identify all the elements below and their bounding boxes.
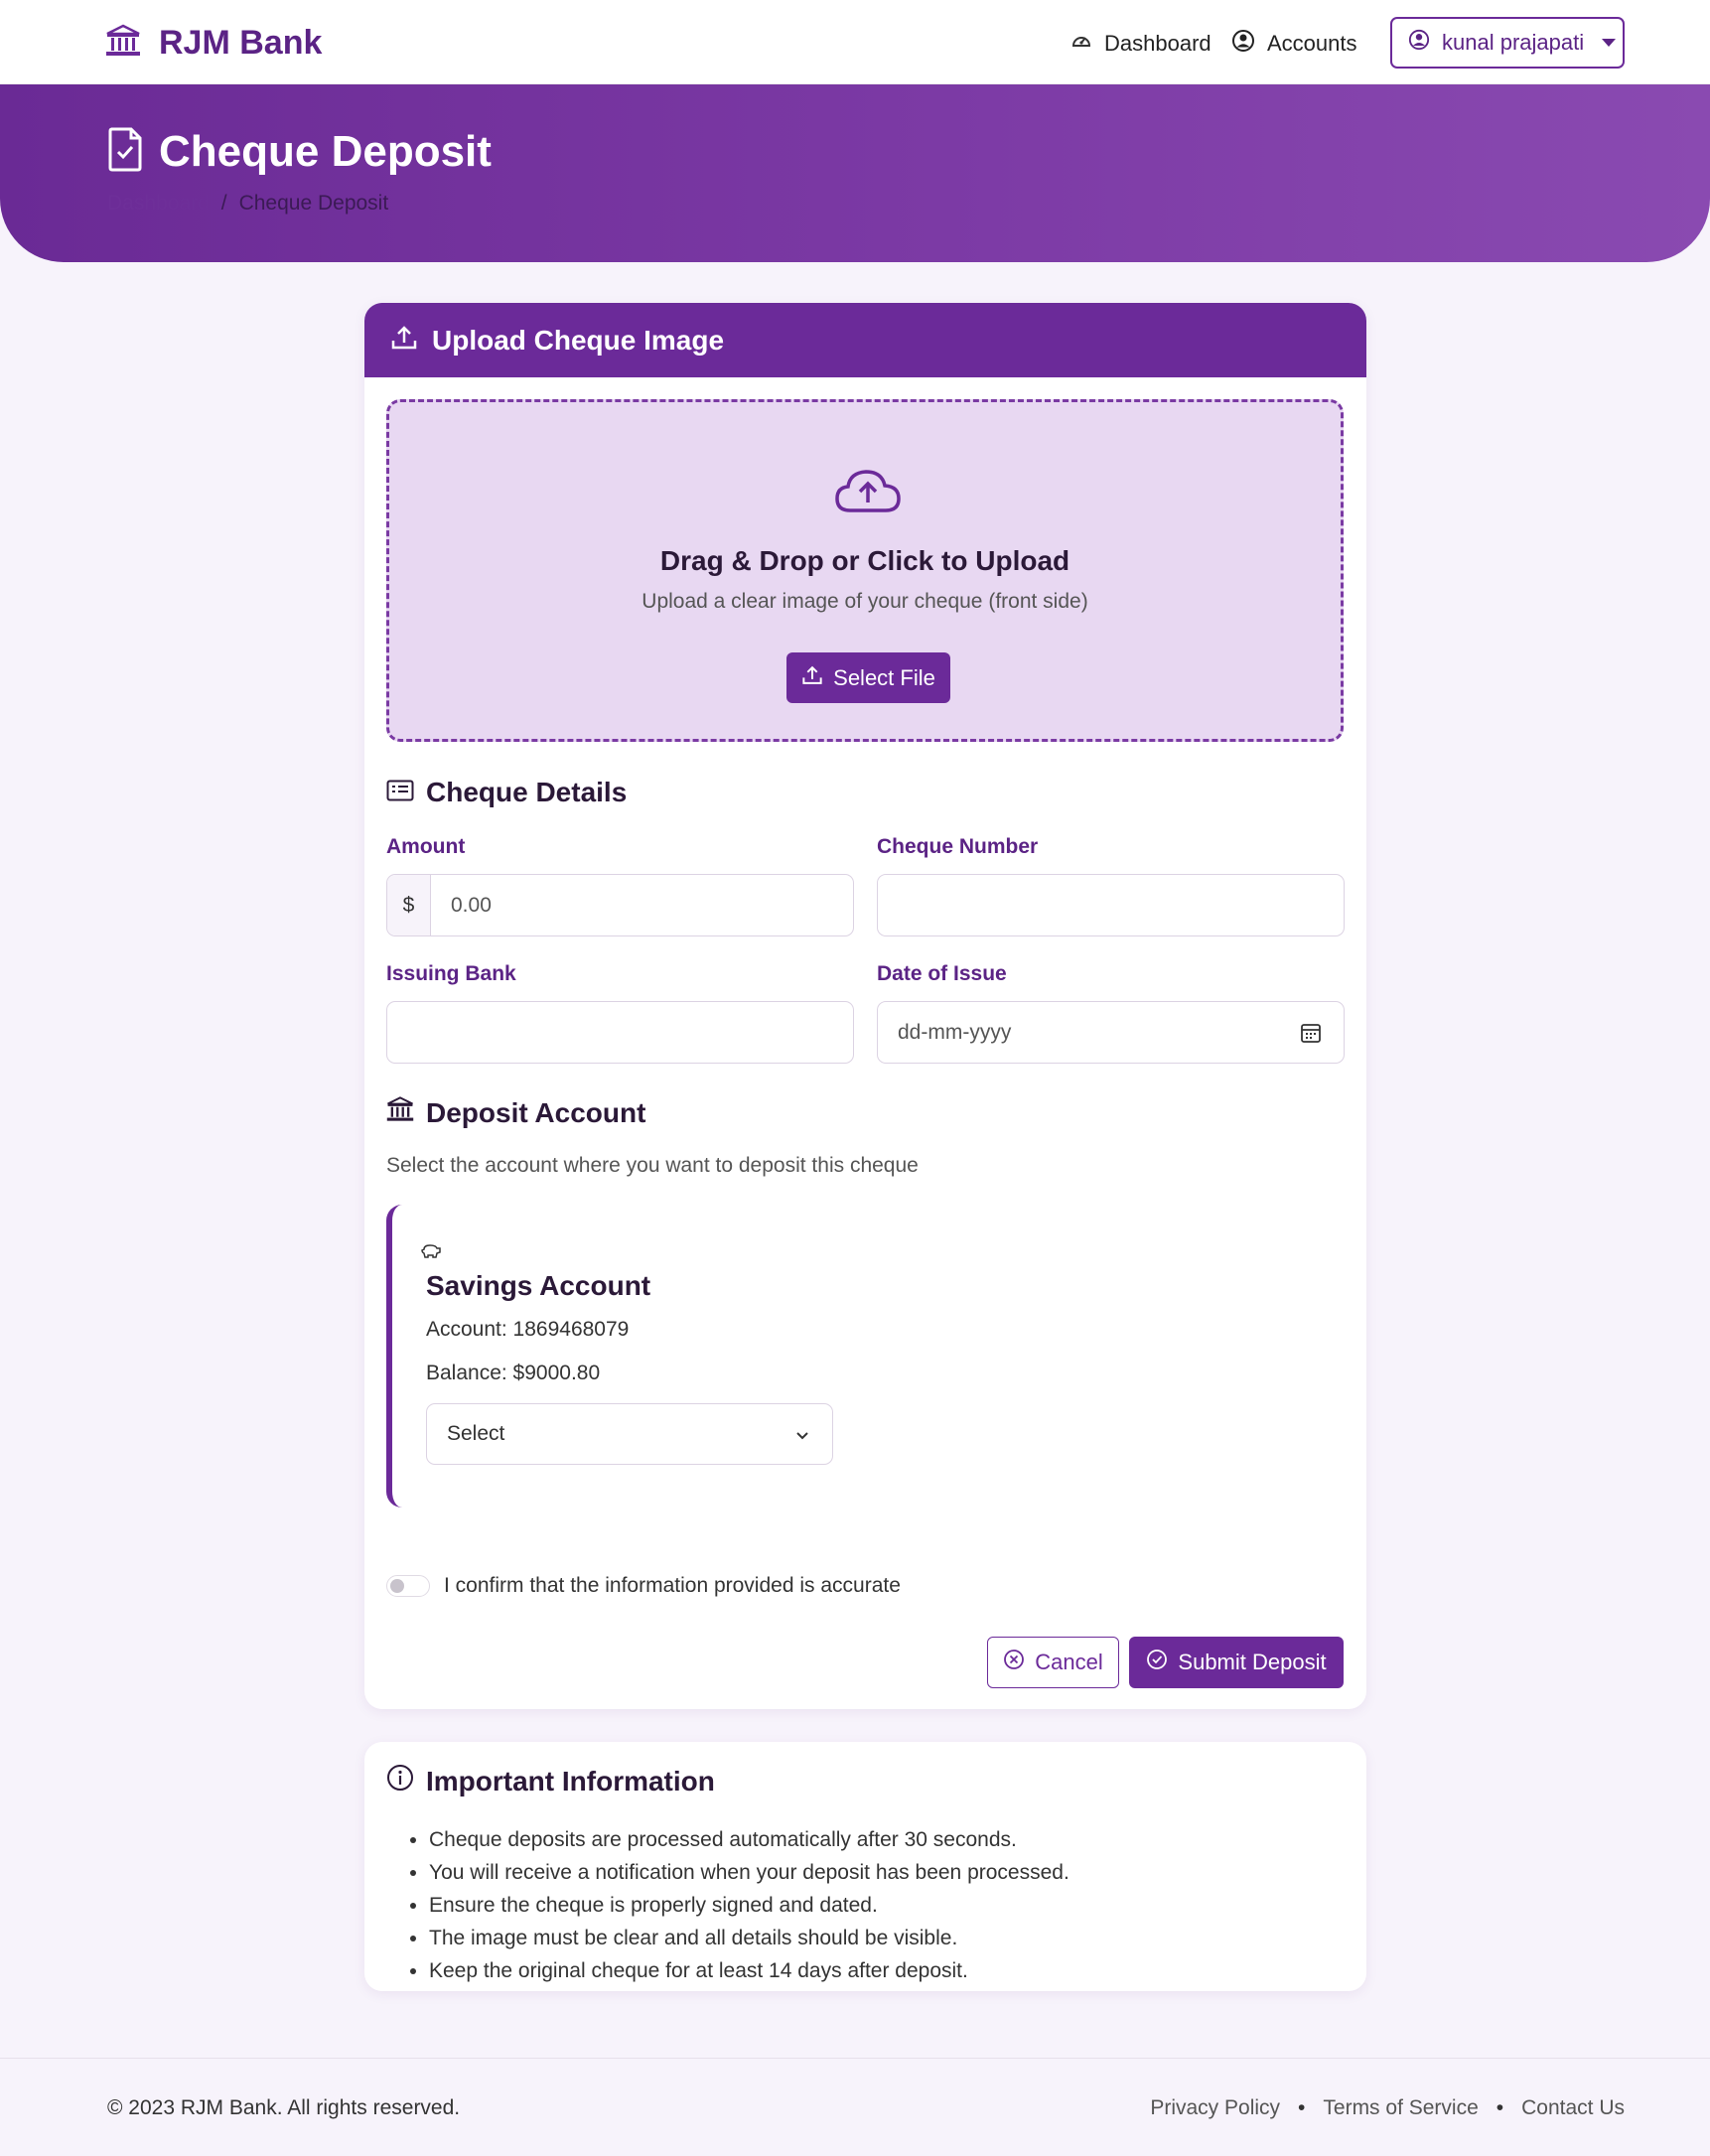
amount-label: Amount	[386, 835, 466, 858]
amount-field[interactable]: $ 0.00	[386, 874, 854, 936]
breadcrumb-dashboard[interactable]: Dashboard	[107, 192, 210, 216]
calendar-icon[interactable]	[1300, 1022, 1322, 1050]
cheque-dropzone[interactable]: Drag & Drop or Click to Upload Upload a …	[386, 399, 1344, 742]
info-item: Ensure the cheque is properly signed and…	[429, 1889, 1069, 1922]
footer-link-privacy[interactable]: Privacy Policy	[1150, 2096, 1280, 2120]
brand-name: RJM Bank	[159, 23, 323, 62]
user-circle-icon	[1231, 29, 1255, 59]
cancel-button[interactable]: Cancel	[987, 1637, 1119, 1688]
submit-deposit-label: Submit Deposit	[1178, 1650, 1327, 1674]
breadcrumb: Dashboard / Cheque Deposit	[107, 192, 388, 216]
amount-placeholder: 0.00	[451, 893, 492, 917]
copyright: © 2023 RJM Bank. All rights reserved.	[107, 2096, 461, 2119]
nav-accounts-label: Accounts	[1267, 31, 1357, 56]
page-header-banner: Cheque Deposit Dashboard / Cheque Deposi…	[0, 84, 1710, 262]
important-info-card: Important Information Cheque deposits ar…	[364, 1742, 1366, 1991]
breadcrumb-current: Cheque Deposit	[238, 192, 389, 215]
dropzone-subtitle: Upload a clear image of your cheque (fro…	[641, 590, 1088, 613]
info-item: Cheque deposits are processed automatica…	[429, 1823, 1069, 1856]
important-info-heading: Important Information	[386, 1764, 715, 1798]
cheque-deposit-card: Upload Cheque Image Drag & Drop or Click…	[364, 303, 1366, 1709]
account-select-value: Select	[447, 1422, 505, 1445]
page-title-text: Cheque Deposit	[159, 126, 492, 176]
dropzone-title: Drag & Drop or Click to Upload	[659, 545, 1070, 576]
breadcrumb-separator: /	[220, 192, 227, 215]
top-navbar: RJM Bank Dashboard Accounts kunal prajap…	[0, 0, 1710, 84]
chevron-down-icon	[1602, 39, 1617, 47]
user-menu-dropdown[interactable]: kunal prajapati	[1390, 17, 1625, 69]
info-item: Keep the original cheque for at least 14…	[429, 1954, 1069, 1987]
upload-card-title: Upload Cheque Image	[432, 324, 725, 356]
user-circle-icon	[1408, 29, 1430, 57]
info-circle-icon	[386, 1764, 414, 1798]
check-circle-icon	[1146, 1649, 1168, 1676]
footer-links: Privacy Policy • Terms of Service • Cont…	[1150, 2096, 1625, 2120]
account-name: Savings Account	[426, 1270, 651, 1301]
issuing-bank-field[interactable]	[386, 1001, 854, 1064]
date-of-issue-label: Date of Issue	[877, 962, 1007, 985]
issuing-bank-label: Issuing Bank	[386, 962, 516, 985]
nav-accounts[interactable]: Accounts	[1231, 25, 1357, 63]
cheque-details-title: Cheque Details	[426, 777, 628, 807]
deposit-account-heading: Deposit Account	[386, 1095, 645, 1130]
nav-dashboard-label: Dashboard	[1104, 31, 1211, 56]
confirm-label: I confirm that the information provided …	[444, 1574, 901, 1597]
footer-link-terms[interactable]: Terms of Service	[1323, 2096, 1478, 2120]
file-check-icon	[107, 126, 143, 177]
info-list: Cheque deposits are processed automatica…	[429, 1823, 1069, 1987]
account-select-dropdown[interactable]: Select	[426, 1403, 833, 1465]
bank-icon	[386, 1095, 414, 1130]
info-item: You will receive a notification when you…	[429, 1856, 1069, 1889]
cheque-number-field[interactable]	[877, 874, 1345, 936]
date-of-issue-field[interactable]: dd-mm-yyyy	[877, 1001, 1345, 1064]
footer-separator: •	[1496, 2096, 1504, 2119]
deposit-account-title: Deposit Account	[426, 1096, 646, 1128]
important-info-title: Important Information	[426, 1765, 715, 1797]
x-circle-icon	[1003, 1649, 1025, 1676]
footer-separator: •	[1298, 2096, 1306, 2119]
nav-dashboard[interactable]: Dashboard	[1070, 25, 1211, 63]
cheque-number-label: Cheque Number	[877, 835, 1039, 858]
info-item: The image must be clear and all details …	[429, 1922, 1069, 1954]
bank-icon	[105, 24, 141, 63]
speedometer-icon	[1070, 30, 1092, 58]
piggy-bank-icon	[420, 1242, 442, 1265]
page-title: Cheque Deposit	[107, 126, 492, 177]
upload-icon	[801, 664, 823, 692]
submit-deposit-button[interactable]: Submit Deposit	[1129, 1637, 1344, 1688]
account-balance: Balance: $9000.80	[426, 1362, 601, 1384]
select-file-label: Select File	[833, 664, 935, 690]
upload-card-header: Upload Cheque Image	[364, 303, 1366, 377]
confirm-row: I confirm that the information provided …	[386, 1574, 901, 1598]
cancel-label: Cancel	[1035, 1650, 1103, 1674]
footer-link-contact[interactable]: Contact Us	[1521, 2096, 1625, 2120]
account-number: Account: 1869468079	[426, 1318, 630, 1341]
deposit-account-subtitle: Select the account where you want to dep…	[386, 1154, 919, 1177]
page-footer: © 2023 RJM Bank. All rights reserved. Pr…	[0, 2058, 1710, 2156]
date-placeholder: dd-mm-yyyy	[898, 1020, 1012, 1044]
brand-link[interactable]: RJM Bank	[105, 22, 322, 64]
cloud-upload-icon	[834, 467, 902, 519]
user-name: kunal prajapati	[1442, 30, 1585, 55]
upload-icon	[390, 324, 418, 357]
currency-prefix: $	[387, 875, 431, 935]
cheque-details-heading: Cheque Details	[386, 777, 627, 808]
confirm-toggle[interactable]	[386, 1575, 430, 1597]
card-list-icon	[386, 777, 414, 808]
account-option-savings[interactable]: Savings Account Account: 1869468079 Bala…	[386, 1205, 833, 1508]
select-file-button[interactable]: Select File	[786, 652, 950, 703]
chevron-down-icon	[794, 1426, 810, 1450]
